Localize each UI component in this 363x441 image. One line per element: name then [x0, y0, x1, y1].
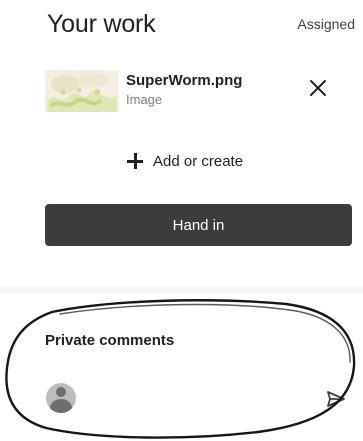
status-label: Assigned [297, 16, 355, 32]
page-title: Your work [47, 10, 156, 38]
section-divider [0, 286, 363, 294]
your-work-card: Your work Assigned SuperWorm.png Image A… [0, 0, 363, 285]
attachment-type: Image [126, 92, 163, 107]
add-or-create-label: Add or create [153, 152, 244, 170]
add-or-create-button[interactable]: Add or create [127, 149, 243, 173]
hand-in-button[interactable]: Hand in [45, 204, 352, 246]
close-icon[interactable] [308, 78, 328, 98]
avatar-icon [46, 383, 76, 413]
send-icon[interactable] [326, 389, 346, 409]
private-comment-input[interactable] [90, 386, 310, 412]
attachment-filename[interactable]: SuperWorm.png [126, 72, 242, 89]
private-comments-title: Private comments [45, 332, 175, 349]
attachment-item[interactable]: SuperWorm.png Image [45, 66, 345, 112]
plus-icon [127, 153, 143, 169]
image-thumbnail[interactable] [45, 70, 119, 112]
